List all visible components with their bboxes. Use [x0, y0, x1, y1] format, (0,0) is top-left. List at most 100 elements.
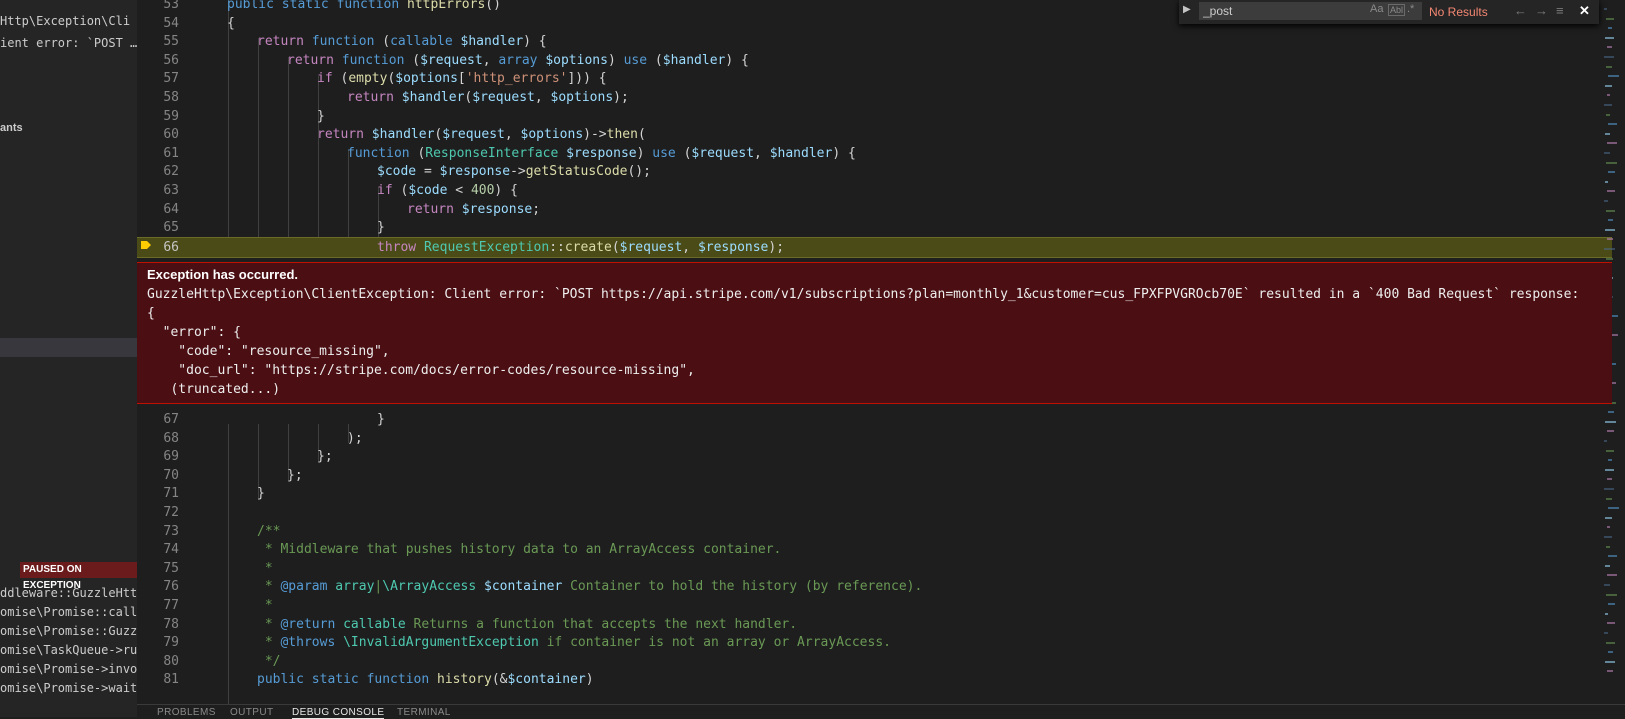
close-icon[interactable]: ✕ — [1579, 3, 1590, 19]
code-line[interactable]: 62 $code = $response->getStatusCode(); — [137, 162, 1612, 181]
code-text: return $response; — [407, 200, 540, 219]
exception-title: Exception has occurred. — [147, 267, 298, 282]
minimap-line — [1606, 17, 1614, 20]
exception-message-line: GuzzleHttp\Exception\ClientException: Cl… — [147, 287, 1580, 302]
code-line[interactable]: 80 */ — [137, 652, 1612, 671]
code-line[interactable]: 75 * — [137, 559, 1612, 578]
variable-item[interactable]: ient error: `POST … — [0, 34, 137, 52]
tab-terminal[interactable]: TERMINAL — [397, 707, 451, 718]
code-token: $handler — [460, 34, 524, 50]
minimap-line — [1604, 440, 1607, 442]
code-line[interactable]: 55 return function (callable $handler) { — [137, 32, 1612, 51]
minimap-line — [1608, 507, 1619, 510]
call-stack-frame[interactable]: omise\Promise::Guzzl — [0, 622, 137, 640]
code-token: , — [504, 127, 521, 143]
exception-message-line: "error": { — [147, 325, 241, 340]
code-line[interactable]: 58 return $handler($request, $options); — [137, 88, 1612, 107]
code-token: ])) { — [567, 71, 607, 87]
code-line[interactable]: 77 * — [137, 596, 1612, 615]
minimap-line — [1605, 228, 1615, 231]
code-line[interactable]: 72 — [137, 503, 1612, 522]
find-in-selection-icon[interactable]: ≡ — [1556, 3, 1564, 18]
tab-debug-console[interactable]: DEBUG CONSOLE — [292, 707, 385, 719]
tab-problems[interactable]: PROBLEMS — [157, 707, 216, 718]
variable-item[interactable]: Http\Exception\Cli — [0, 12, 137, 30]
code-token: array — [498, 52, 546, 68]
minimap-line — [1605, 132, 1610, 135]
call-stack-frame[interactable]: omise\Promise->wait — [0, 679, 137, 697]
code-line[interactable]: 76 * @param array|\ArrayAccess $containe… — [137, 577, 1612, 596]
code-line[interactable]: 61 function (ResponseInterface $response)… — [137, 144, 1612, 163]
code-line[interactable]: 63 if ($code < 400) { — [137, 181, 1612, 200]
code-line[interactable]: 67} — [137, 410, 1612, 429]
code-token: ( — [611, 239, 620, 255]
minimap-line — [1608, 411, 1614, 414]
code-line[interactable]: 65} — [137, 218, 1612, 237]
call-stack-frame[interactable]: omise\Promise->invok — [0, 660, 137, 678]
line-number: 55 — [163, 34, 179, 50]
tab-output[interactable]: OUTPUT — [230, 707, 274, 718]
code-token: httpErrors — [407, 0, 486, 12]
code-line[interactable]: 73 /** — [137, 522, 1612, 541]
code-token: * Middleware that pushes history data to… — [257, 542, 782, 558]
code-line[interactable]: 59} — [137, 107, 1612, 126]
regex-icon[interactable]: .* — [1407, 3, 1414, 15]
exception-widget: Exception has occurred. GuzzleHttp\Excep… — [137, 262, 1612, 404]
code-line[interactable]: 64 return $response; — [137, 200, 1612, 219]
call-stack-frame[interactable]: omise\Promise::callH — [0, 603, 137, 621]
code-line[interactable]: 74 * Middleware that pushes history data… — [137, 540, 1612, 559]
code-token: (); — [627, 164, 651, 180]
code-token: * — [257, 560, 273, 576]
code-line[interactable]: 57 if (empty($options['http_errors'])) { — [137, 69, 1612, 88]
code-line[interactable]: 66 throw RequestException::create($reques… — [137, 236, 1612, 258]
minimap-line — [1608, 555, 1617, 558]
code-token: $response — [439, 164, 511, 180]
minimap-line — [1604, 104, 1612, 106]
line-number: 73 — [163, 523, 179, 539]
next-match-icon[interactable]: → — [1535, 3, 1548, 18]
code-line[interactable]: 71} — [137, 484, 1612, 503]
code-text: return $handler($request, $options); — [347, 88, 629, 107]
minimap-line — [1605, 660, 1615, 663]
code-token: if — [377, 183, 401, 198]
code-token: $options — [520, 127, 584, 143]
code-token: , — [754, 145, 770, 161]
code-token: * — [257, 579, 281, 595]
match-case-icon[interactable]: Aa — [1370, 3, 1383, 15]
code-token: return — [317, 127, 372, 143]
code-line[interactable]: 70}; — [137, 466, 1612, 485]
minimap-line — [1605, 420, 1616, 423]
code-token: $code — [377, 164, 417, 180]
variables-section-label[interactable]: ants — [0, 119, 137, 137]
toggle-replace-chevron-icon[interactable]: ▶ — [1183, 4, 1191, 15]
code-line[interactable]: 79 * @throws \InvalidArgumentException i… — [137, 633, 1612, 652]
minimap-line — [1604, 152, 1610, 154]
minimap-line — [1608, 75, 1619, 78]
minimap-line — [1607, 526, 1610, 529]
code-line[interactable]: 60 return $handler ($request, $options)->t… — [137, 125, 1612, 144]
selected-row[interactable] — [0, 338, 137, 357]
code-line[interactable]: 78 * @return callable Returns a function… — [137, 615, 1612, 634]
minimap-line — [1606, 161, 1617, 164]
code-token: function — [311, 34, 383, 50]
call-stack-frame[interactable]: omise\TaskQueue->run — [0, 641, 137, 659]
minimap-line — [1606, 257, 1613, 260]
previous-match-icon[interactable]: ← — [1514, 3, 1527, 18]
code-text: public static function history(&$contain… — [257, 670, 594, 689]
code-token: ( — [412, 52, 421, 68]
code-token: ); — [768, 239, 785, 255]
minimap-line — [1607, 238, 1613, 241]
line-number: 78 — [163, 616, 179, 632]
code-token: ; — [532, 201, 541, 217]
code-line[interactable]: 69}; — [137, 447, 1612, 466]
code-line[interactable]: 68); — [137, 429, 1612, 448]
code-line[interactable]: 56 return function ($request, array $opti… — [137, 51, 1612, 70]
whole-word-icon[interactable]: Abl — [1388, 4, 1406, 16]
code-line[interactable]: 81 public static function history(&$conta… — [137, 670, 1612, 689]
code-text: if (empty($options['http_errors'])) { — [317, 69, 607, 88]
code-token: $container — [507, 672, 586, 688]
code-text: } — [377, 218, 385, 237]
line-number: 68 — [163, 430, 179, 446]
line-number: 69 — [163, 449, 179, 465]
call-stack-frame[interactable]: ddleware::GuzzleHttp — [0, 584, 137, 602]
